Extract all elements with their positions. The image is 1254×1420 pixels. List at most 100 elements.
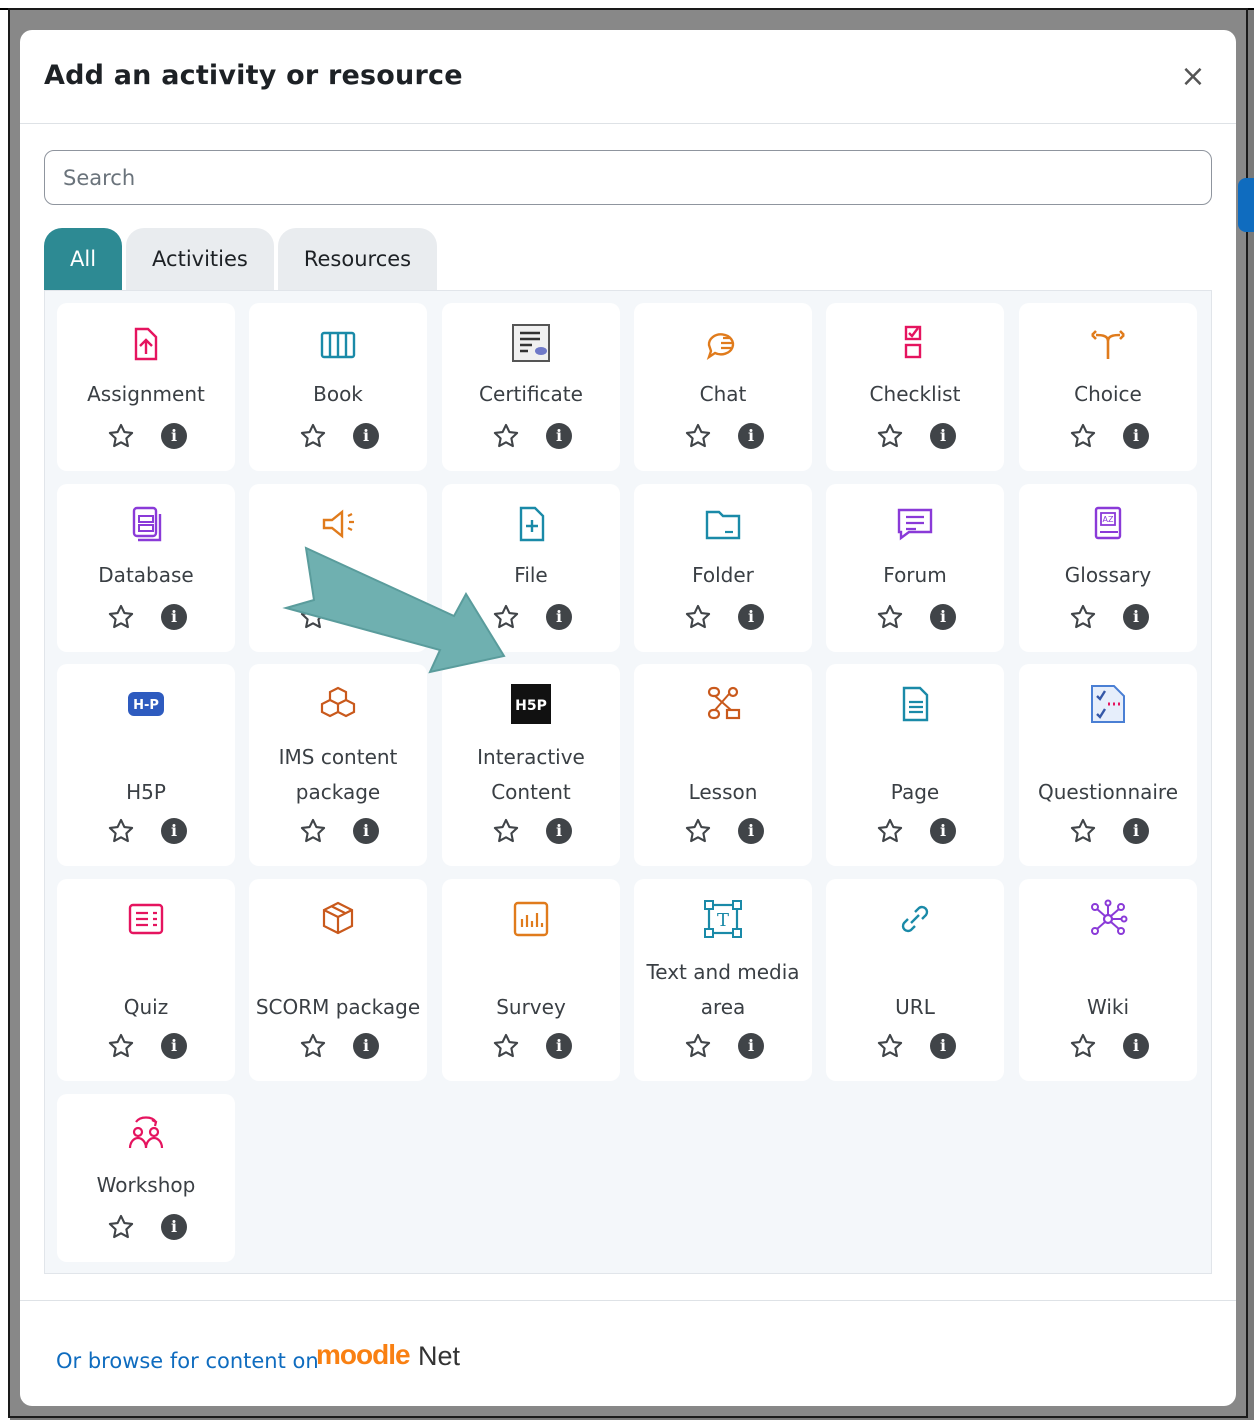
star-favourite-icon[interactable] bbox=[492, 422, 520, 450]
info-icon[interactable]: i bbox=[546, 423, 572, 449]
search-input[interactable] bbox=[44, 150, 1212, 205]
text-media-icon: T bbox=[634, 899, 812, 943]
info-icon[interactable]: i bbox=[546, 818, 572, 844]
module-card-questionnaire[interactable]: Questionnaire i bbox=[1019, 664, 1197, 866]
h5p-icon: H-P bbox=[57, 684, 235, 728]
module-actions: i bbox=[826, 421, 1004, 451]
module-name: SCORM package bbox=[255, 995, 421, 1019]
star-favourite-icon[interactable] bbox=[107, 603, 135, 631]
module-card-ims-content-package[interactable]: IMS content package i bbox=[249, 664, 427, 866]
module-actions: i bbox=[634, 421, 812, 451]
star-favourite-icon[interactable] bbox=[1069, 422, 1097, 450]
folder-icon bbox=[634, 504, 812, 548]
module-actions: i bbox=[249, 421, 427, 451]
info-icon[interactable]: i bbox=[161, 1033, 187, 1059]
module-card-scorm-package[interactable]: SCORM package i bbox=[249, 879, 427, 1081]
star-favourite-icon[interactable] bbox=[876, 1032, 904, 1060]
star-favourite-icon[interactable] bbox=[1069, 817, 1097, 845]
star-favourite-icon[interactable] bbox=[876, 422, 904, 450]
star-favourite-icon[interactable] bbox=[684, 817, 712, 845]
module-card-workshop[interactable]: Workshop i bbox=[57, 1094, 235, 1262]
star-favourite-icon[interactable] bbox=[107, 1213, 135, 1241]
info-icon[interactable]: i bbox=[930, 423, 956, 449]
info-icon[interactable]: i bbox=[1123, 604, 1149, 630]
info-icon[interactable]: i bbox=[353, 423, 379, 449]
module-card-h5p[interactable]: H-P H5P i bbox=[57, 664, 235, 866]
tab-resources[interactable]: Resources bbox=[277, 228, 438, 290]
module-card-database[interactable]: Database i bbox=[57, 484, 235, 652]
star-favourite-icon[interactable] bbox=[492, 1032, 520, 1060]
tab-all[interactable]: All bbox=[44, 228, 123, 290]
module-name: Forum bbox=[883, 563, 947, 587]
star-favourite-icon[interactable] bbox=[107, 817, 135, 845]
module-card-checklist[interactable]: Checklist i bbox=[826, 303, 1004, 471]
module-card-glossary[interactable]: AZ Glossary i bbox=[1019, 484, 1197, 652]
star-favourite-icon[interactable] bbox=[1069, 603, 1097, 631]
module-card-forum[interactable]: Forum i bbox=[826, 484, 1004, 652]
svg-text:AZ: AZ bbox=[1103, 515, 1114, 524]
module-name: Book bbox=[313, 382, 363, 406]
module-name: Database bbox=[98, 563, 194, 587]
module-card-wiki[interactable]: Wiki i bbox=[1019, 879, 1197, 1081]
info-icon[interactable]: i bbox=[738, 1033, 764, 1059]
assignment-icon bbox=[57, 323, 235, 367]
info-icon[interactable]: i bbox=[930, 1033, 956, 1059]
tab-activities[interactable]: Activities bbox=[126, 228, 274, 290]
star-favourite-icon[interactable] bbox=[299, 817, 327, 845]
info-icon[interactable]: i bbox=[161, 818, 187, 844]
modal-header: Add an activity or resource × bbox=[20, 30, 1236, 124]
info-icon[interactable]: i bbox=[1123, 1033, 1149, 1059]
module-name: Survey bbox=[496, 995, 566, 1019]
module-name: Certificate bbox=[479, 382, 583, 406]
star-favourite-icon[interactable] bbox=[876, 603, 904, 631]
close-button[interactable]: × bbox=[1178, 62, 1208, 92]
module-card-quiz[interactable]: Quiz i bbox=[57, 879, 235, 1081]
info-icon[interactable]: i bbox=[161, 1214, 187, 1240]
star-favourite-icon[interactable] bbox=[299, 422, 327, 450]
info-icon[interactable]: i bbox=[738, 604, 764, 630]
svg-text:T: T bbox=[717, 910, 729, 931]
module-name-line2: Content bbox=[491, 780, 571, 804]
star-favourite-icon[interactable] bbox=[684, 603, 712, 631]
module-card-chat[interactable]: Chat i bbox=[634, 303, 812, 471]
module-card-certificate[interactable]: Certificate i bbox=[442, 303, 620, 471]
module-card-survey[interactable]: Survey i bbox=[442, 879, 620, 1081]
star-favourite-icon[interactable] bbox=[299, 1032, 327, 1060]
module-actions: i bbox=[634, 602, 812, 632]
info-icon[interactable]: i bbox=[353, 1033, 379, 1059]
module-card-lesson[interactable]: Lesson i bbox=[634, 664, 812, 866]
star-favourite-icon[interactable] bbox=[492, 817, 520, 845]
info-icon[interactable]: i bbox=[930, 604, 956, 630]
star-favourite-icon[interactable] bbox=[107, 422, 135, 450]
module-card-text-and-media-area[interactable]: T Text and media area i bbox=[634, 879, 812, 1081]
moodlenet-browse-link[interactable]: Or browse for content on bbox=[56, 1349, 319, 1373]
module-actions: i bbox=[634, 816, 812, 846]
info-icon[interactable]: i bbox=[546, 604, 572, 630]
module-card-page[interactable]: Page i bbox=[826, 664, 1004, 866]
info-icon[interactable]: i bbox=[546, 1033, 572, 1059]
info-icon[interactable]: i bbox=[738, 818, 764, 844]
module-name: Lesson bbox=[688, 780, 758, 804]
star-favourite-icon[interactable] bbox=[684, 1032, 712, 1060]
info-icon[interactable]: i bbox=[1123, 423, 1149, 449]
info-icon[interactable]: i bbox=[930, 818, 956, 844]
star-favourite-icon[interactable] bbox=[684, 422, 712, 450]
star-favourite-icon[interactable] bbox=[876, 817, 904, 845]
module-card-assignment[interactable]: Assignment i bbox=[57, 303, 235, 471]
module-actions: i bbox=[249, 816, 427, 846]
info-icon[interactable]: i bbox=[1123, 818, 1149, 844]
moodlenet-logo-suffix[interactable]: Net bbox=[418, 1341, 460, 1372]
star-favourite-icon[interactable] bbox=[1069, 1032, 1097, 1060]
module-actions: i bbox=[1019, 1031, 1197, 1061]
info-icon[interactable]: i bbox=[161, 423, 187, 449]
info-icon[interactable]: i bbox=[738, 423, 764, 449]
star-favourite-icon[interactable] bbox=[107, 1032, 135, 1060]
moodlenet-logo[interactable]: moodle bbox=[316, 1339, 411, 1371]
module-card-choice[interactable]: Choice i bbox=[1019, 303, 1197, 471]
module-card-interactive-content[interactable]: H5P Interactive Content i bbox=[442, 664, 620, 866]
info-icon[interactable]: i bbox=[353, 818, 379, 844]
info-icon[interactable]: i bbox=[161, 604, 187, 630]
module-card-book[interactable]: Book i bbox=[249, 303, 427, 471]
module-card-url[interactable]: URL i bbox=[826, 879, 1004, 1081]
module-card-folder[interactable]: Folder i bbox=[634, 484, 812, 652]
